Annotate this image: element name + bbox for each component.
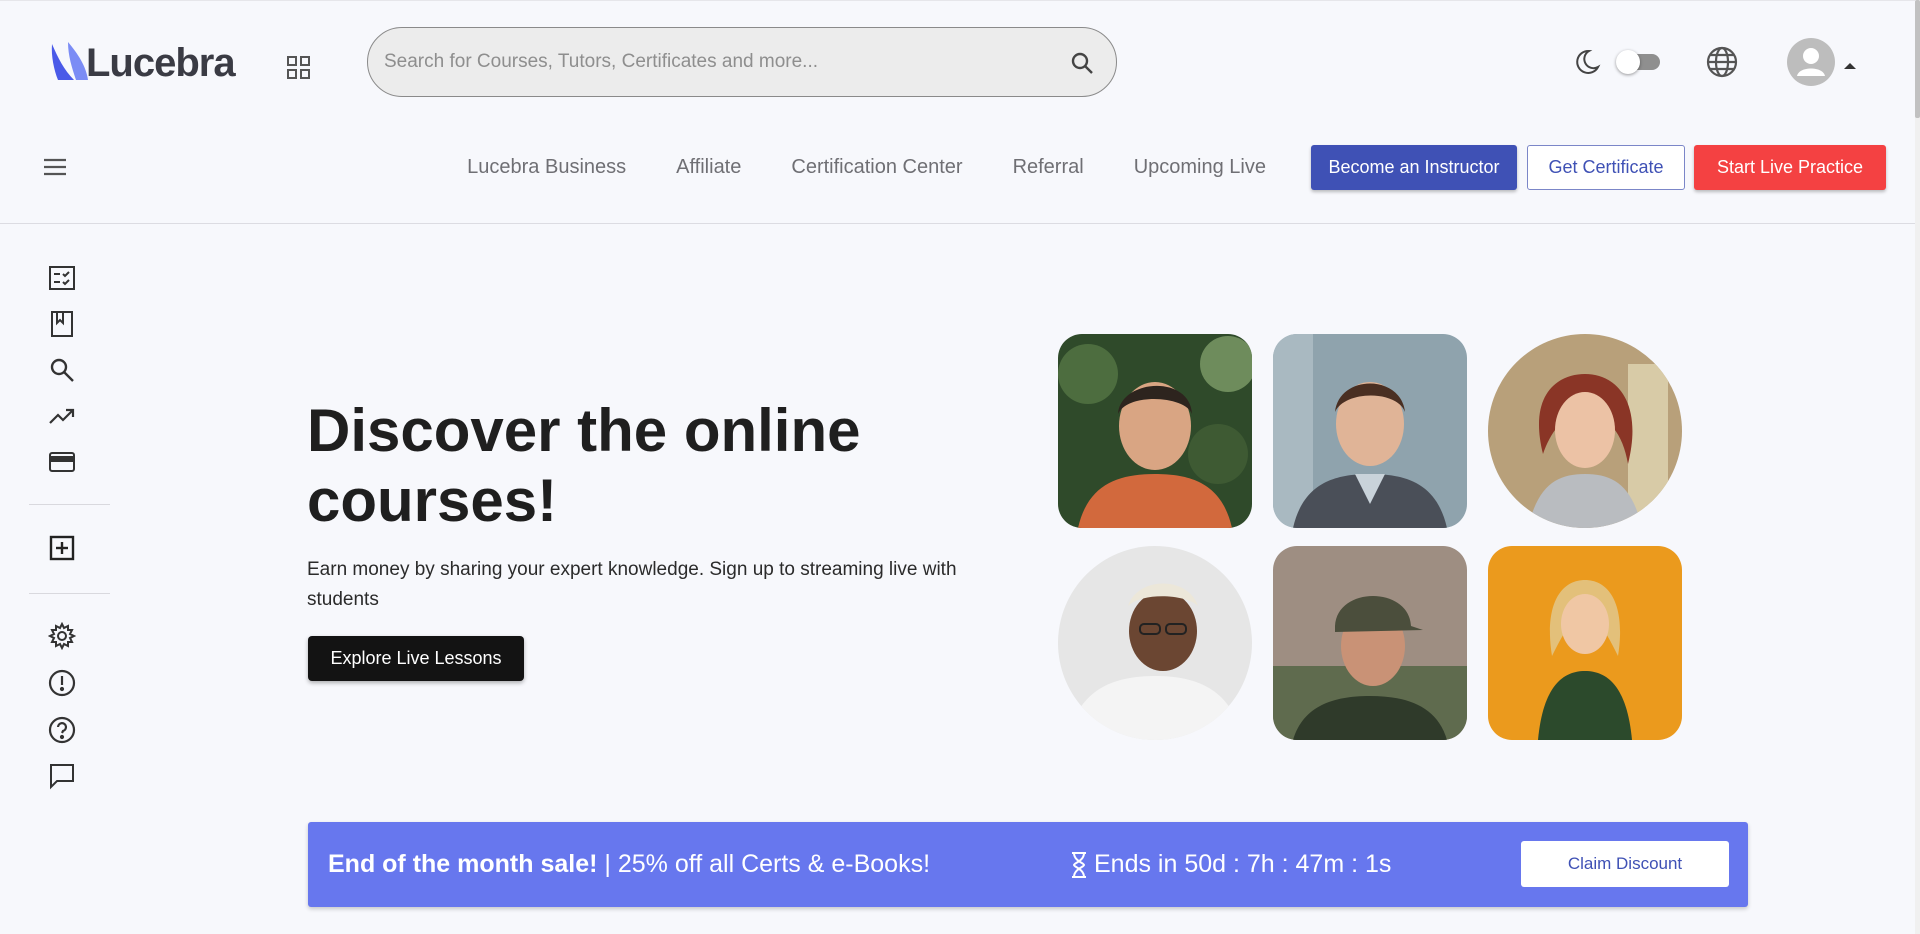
nav-link-certification-center[interactable]: Certification Center <box>766 156 987 179</box>
search-icon[interactable] <box>48 356 76 384</box>
sidebar-divider <box>29 593 110 594</box>
add-box-icon[interactable] <box>48 534 76 562</box>
caret-up-icon[interactable] <box>1843 57 1857 69</box>
sale-offer: | 25% off all Certs & e-Books! <box>597 850 931 878</box>
help-circle-icon[interactable] <box>48 716 76 744</box>
start-live-practice-button[interactable]: Start Live Practice <box>1694 145 1886 190</box>
secondary-nav: Lucebra Business Affiliate Certification… <box>0 130 1915 224</box>
hero-title: Discover the online courses! <box>307 397 861 534</box>
chat-icon[interactable] <box>48 762 76 790</box>
tutor-photo <box>1488 546 1682 740</box>
hourglass-icon <box>1070 851 1088 879</box>
nav-link-referral[interactable]: Referral <box>988 156 1109 179</box>
tutor-photo <box>1058 546 1252 740</box>
nav-link-upcoming-live[interactable]: Upcoming Live <box>1109 156 1291 179</box>
sale-headline: End of the month sale! <box>328 850 598 878</box>
logo-text: Lucebra <box>86 40 236 85</box>
sale-banner: End of the month sale! | 25% off all Cer… <box>308 822 1748 907</box>
nav-links: Lucebra Business Affiliate Certification… <box>442 156 1291 179</box>
logo-mark-icon <box>48 40 92 86</box>
apps-grid-icon[interactable] <box>286 55 312 81</box>
menu-icon[interactable] <box>42 154 68 180</box>
sidebar-divider <box>29 504 110 505</box>
trending-up-icon[interactable] <box>48 402 76 430</box>
alert-circle-icon[interactable] <box>48 669 76 697</box>
sidebar <box>0 224 120 824</box>
get-certificate-button[interactable]: Get Certificate <box>1527 145 1685 190</box>
hero-subtitle: Earn money by sharing your expert knowle… <box>307 559 957 610</box>
settings-icon[interactable] <box>47 621 77 651</box>
nav-link-business[interactable]: Lucebra Business <box>442 156 651 179</box>
nav-link-affiliate[interactable]: Affiliate <box>651 156 766 179</box>
tutor-photo <box>1058 334 1252 528</box>
page-scrollbar[interactable] <box>1915 0 1920 934</box>
explore-live-lessons-button[interactable]: Explore Live Lessons <box>308 636 524 681</box>
top-header: Lucebra <box>0 0 1915 122</box>
avatar[interactable] <box>1787 38 1835 86</box>
claim-discount-button[interactable]: Claim Discount <box>1521 841 1729 887</box>
search-icon[interactable] <box>1070 51 1094 75</box>
sale-text: End of the month sale! | 25% off all Cer… <box>328 850 930 879</box>
dark-mode-toggle[interactable] <box>1616 50 1664 74</box>
countdown-text: Ends in 50d : 7h : 47m : 1s <box>1094 850 1392 878</box>
moon-icon <box>1572 47 1602 77</box>
countdown-timer: Ends in 50d : 7h : 47m : 1s <box>1070 850 1391 879</box>
search-bar <box>367 27 1117 97</box>
tutor-photo <box>1273 334 1467 528</box>
tutor-photo <box>1488 334 1682 528</box>
bookmark-book-icon[interactable] <box>48 310 76 338</box>
tutor-photo <box>1273 546 1467 740</box>
become-instructor-button[interactable]: Become an Instructor <box>1311 145 1517 190</box>
credit-card-icon[interactable] <box>48 448 76 476</box>
checklist-icon[interactable] <box>48 264 76 292</box>
search-input[interactable] <box>384 46 1064 78</box>
logo[interactable]: Lucebra <box>48 39 236 87</box>
globe-icon[interactable] <box>1705 45 1739 79</box>
